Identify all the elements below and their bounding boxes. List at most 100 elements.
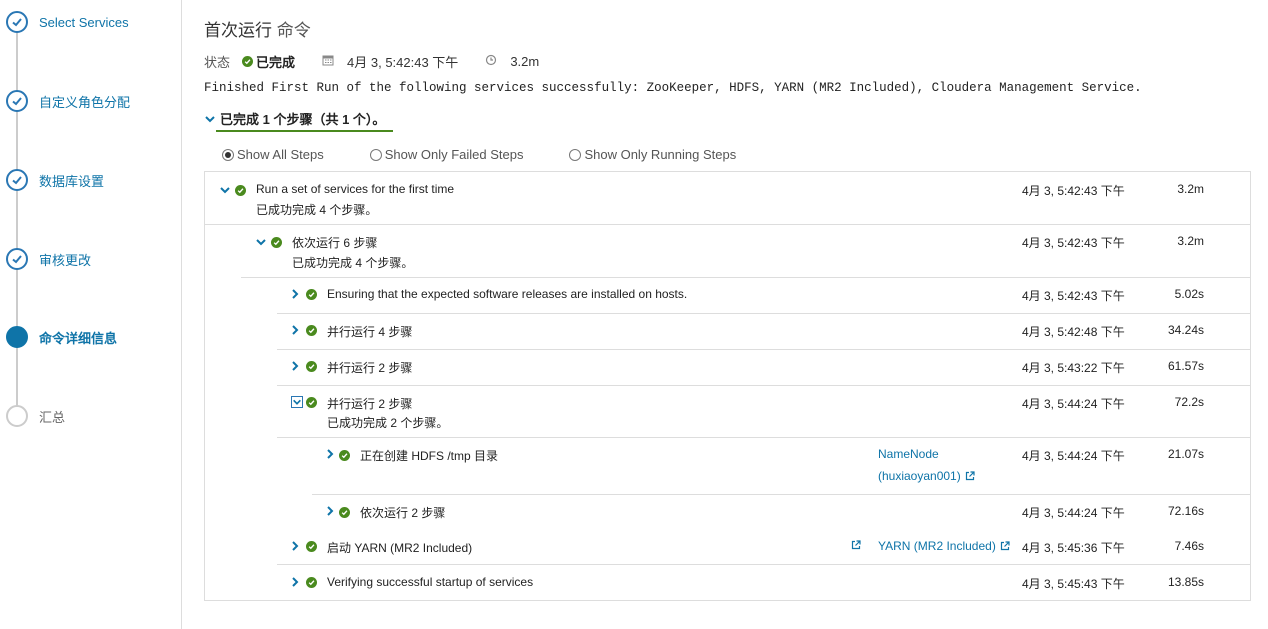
radio-all-steps[interactable] [222, 148, 234, 161]
filter-all-steps-label: Show All Steps [237, 147, 324, 162]
chevron-down-icon[interactable] [291, 396, 303, 408]
chevron-right-icon[interactable] [324, 505, 336, 517]
chevron-right-icon[interactable] [289, 360, 301, 372]
check-icon [306, 289, 317, 300]
wizard-step-database-setup[interactable]: 数据库设置 [6, 168, 104, 192]
step-row: Run a set of services for the first time… [205, 172, 1250, 224]
step-start-time: 4月 3, 5:42:43 下午 [1022, 236, 1125, 250]
step-detail: 已成功完成 4 个步骤。 [256, 203, 378, 217]
wizard-step-label: 汇总 [39, 409, 66, 425]
row-divider [205, 224, 1250, 225]
step-duration: 72.2s [1174, 395, 1204, 409]
step-duration: 72.16s [1167, 504, 1204, 518]
step-name: 并行运行 4 步骤 [327, 325, 413, 339]
radio-failed-steps[interactable] [369, 148, 382, 161]
step-start-time: 4月 3, 5:45:36 下午 [1022, 541, 1125, 555]
calendar-icon [322, 54, 334, 69]
external-link-icon[interactable] [851, 540, 861, 550]
command-start-time: 4月 3, 5:42:43 下午 [347, 55, 459, 70]
chevron-down-icon[interactable] [255, 236, 267, 248]
wizard-step-summary: 汇总 [6, 404, 65, 428]
page-title: 首次运行 命令 [204, 16, 311, 41]
check-icon [6, 90, 28, 112]
step-name: Verifying successful startup of services [327, 575, 534, 589]
check-icon [306, 397, 317, 408]
step-start-time: 4月 3, 5:44:24 下午 [1022, 397, 1125, 411]
step-row: Verifying successful startup of services… [205, 564, 1250, 601]
yarn-service-label: YARN (MR2 Included) [878, 539, 996, 553]
external-link-icon [1000, 541, 1010, 551]
radio-running-steps[interactable] [569, 148, 582, 161]
wizard-step-label: 审核更改 [39, 252, 92, 268]
filter-failed-steps-label: Show Only Failed Steps [384, 147, 524, 162]
step-start-time: 4月 3, 5:45:43 下午 [1022, 577, 1125, 591]
command-duration: 3.2m [510, 54, 540, 69]
check-icon [339, 450, 350, 461]
wizard-step-label: 自定义角色分配 [39, 94, 131, 110]
row-divider [277, 564, 1250, 565]
step-row: 启动 YARN (MR2 Included) YARN (MR2 Include… [205, 530, 1250, 564]
check-icon [339, 507, 350, 518]
step-duration: 5.02s [1174, 287, 1204, 301]
wizard-step-command-details[interactable]: 命令详细信息 [6, 325, 117, 349]
step-filter-group: Show All Steps Show Only Failed Steps Sh… [222, 147, 736, 162]
step-detail: 已成功完成 2 个步骤。 [327, 416, 449, 430]
wizard-step-review-changes[interactable]: 审核更改 [6, 247, 91, 271]
chevron-right-icon[interactable] [289, 540, 301, 552]
step-duration: 13.85s [1167, 575, 1204, 589]
steps-progress-toggle[interactable]: 已完成 1 个步骤（共 1 个）。 [204, 109, 394, 132]
step-row: 并行运行 4 步骤 4月 3, 5:42:48 下午 34.24s [205, 313, 1250, 349]
row-divider [241, 277, 1250, 278]
check-icon [306, 325, 317, 336]
chevron-down-icon[interactable] [219, 184, 231, 196]
step-name: 并行运行 2 步骤 [327, 361, 413, 375]
step-duration: 34.24s [1167, 323, 1204, 337]
step-duration: 3.2m [1177, 182, 1204, 196]
yarn-service-link[interactable]: YARN (MR2 Included) [878, 539, 1010, 553]
filter-failed-steps[interactable]: Show Only Failed Steps [369, 147, 524, 162]
wizard-step-role-assignment[interactable]: 自定义角色分配 [6, 89, 130, 113]
row-divider [277, 313, 1250, 314]
command-title: 首次运行 [204, 21, 272, 40]
current-step-dot-icon [6, 326, 28, 348]
namenode-host-link[interactable]: (huxiaoyan001) [878, 469, 975, 483]
filter-running-steps-label: Show Only Running Steps [584, 147, 737, 162]
command-summary: Finished First Run of the following serv… [204, 81, 1142, 95]
check-icon [271, 237, 282, 248]
check-icon [235, 185, 246, 196]
step-duration: 21.07s [1167, 447, 1204, 461]
status-badge: 已完成 [256, 55, 296, 70]
namenode-link[interactable]: NameNode [878, 447, 939, 461]
clock-icon [485, 54, 497, 69]
step-row: 并行运行 2 步骤 4月 3, 5:43:22 下午 61.57s [205, 349, 1250, 385]
filter-all-steps[interactable]: Show All Steps [222, 147, 324, 162]
steps-progress-label: 已完成 1 个步骤（共 1 个）。 [216, 109, 394, 132]
filter-running-steps[interactable]: Show Only Running Steps [569, 147, 736, 162]
step-name: 依次运行 2 步骤 [360, 506, 446, 520]
step-duration: 3.2m [1177, 234, 1204, 248]
step-row: 依次运行 2 步骤 4月 3, 5:44:24 下午 72.16s [205, 494, 1250, 530]
step-start-time: 4月 3, 5:42:48 下午 [1022, 325, 1125, 339]
wizard-step-select-services[interactable]: Select Services [6, 10, 129, 34]
status-label: 状态 [204, 55, 231, 70]
namenode-host-label: (huxiaoyan001) [878, 469, 961, 483]
chevron-right-icon[interactable] [289, 288, 301, 300]
wizard-sidebar: Select Services 自定义角色分配 数据库设置 审核更改 命令详细信… [0, 0, 182, 629]
chevron-right-icon[interactable] [289, 576, 301, 588]
row-divider [312, 494, 1250, 495]
step-name: 正在创建 HDFS /tmp 目录 [360, 449, 499, 463]
step-start-time: 4月 3, 5:42:43 下午 [1022, 289, 1125, 303]
step-row: 并行运行 2 步骤 已成功完成 2 个步骤。 4月 3, 5:44:24 下午 … [205, 385, 1250, 437]
chevron-right-icon[interactable] [324, 448, 336, 460]
pending-step-dot-icon [6, 405, 28, 427]
row-divider [277, 349, 1250, 350]
step-start-time: 4月 3, 5:42:43 下午 [1022, 184, 1125, 198]
step-start-time: 4月 3, 5:44:24 下午 [1022, 506, 1125, 520]
wizard-progress-line [16, 22, 18, 417]
step-name: 并行运行 2 步骤 [327, 397, 413, 411]
check-icon [306, 577, 317, 588]
step-start-time: 4月 3, 5:44:24 下午 [1022, 449, 1125, 463]
step-row: Ensuring that the expected software rele… [205, 277, 1250, 313]
step-duration: 61.57s [1167, 359, 1204, 373]
chevron-right-icon[interactable] [289, 324, 301, 336]
